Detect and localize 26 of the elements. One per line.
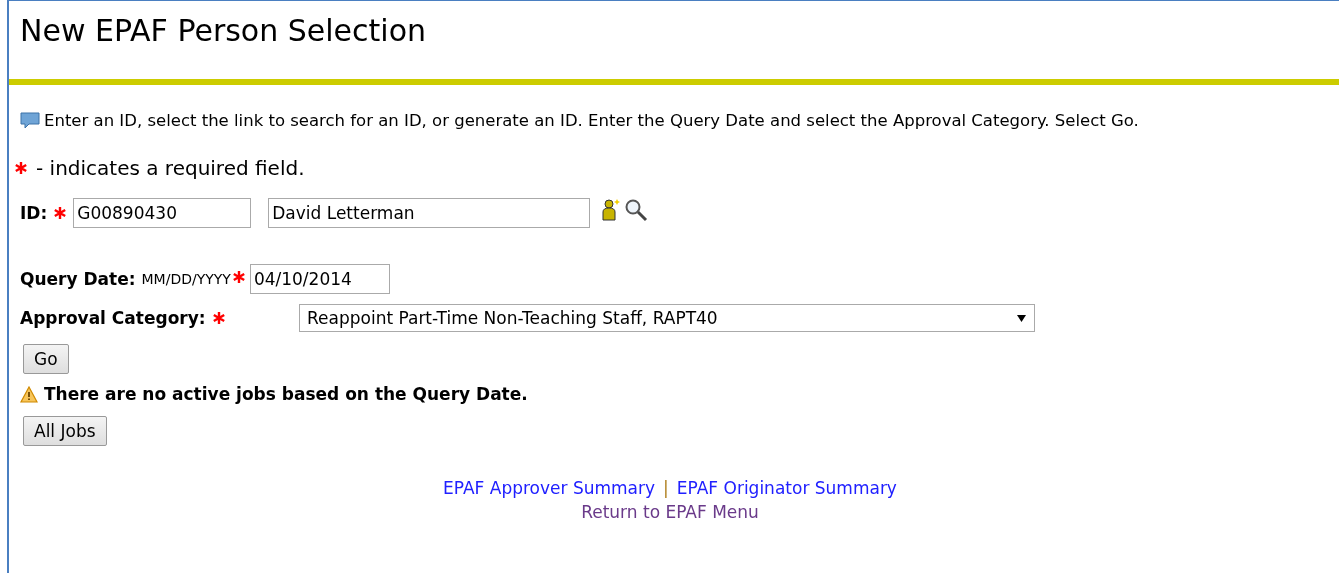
query-date-label: Query Date: xyxy=(20,269,136,289)
speech-bubble-icon xyxy=(20,111,40,130)
return-to-menu-link[interactable]: Return to EPAF Menu xyxy=(581,502,759,522)
required-note: - indicates a required field. xyxy=(36,156,305,180)
search-icon[interactable] xyxy=(624,198,649,222)
approver-summary-link[interactable]: EPAF Approver Summary xyxy=(443,478,656,498)
name-field[interactable]: David Letterman xyxy=(268,198,591,228)
all-jobs-button[interactable]: All Jobs xyxy=(23,416,107,446)
dropdown-caret-icon xyxy=(1017,314,1026,322)
required-asterisk-icon xyxy=(211,311,226,325)
query-date-field[interactable]: 04/10/2014 xyxy=(249,264,390,294)
required-asterisk-icon xyxy=(53,206,68,220)
date-format-hint: MM/DD/YYYY xyxy=(141,271,231,287)
id-label: ID: xyxy=(20,203,48,223)
required-asterisk-icon xyxy=(231,270,246,284)
page-title: New EPAF Person Selection xyxy=(20,13,427,49)
required-asterisk-icon xyxy=(14,161,28,175)
approval-category-label: Approval Category: xyxy=(20,308,206,328)
approval-category-dropdown[interactable]: Reappoint Part-Time Non-Teaching Staff, RAPT40 xyxy=(299,304,1035,332)
instruction-text: Enter an ID, select the link to search for an ID, or generate an ID. Enter the Query Date and select the Approval Category. Select Go. xyxy=(44,111,1139,130)
go-button[interactable]: Go xyxy=(23,344,69,374)
link-separator: | xyxy=(663,478,669,498)
originator-summary-link[interactable]: EPAF Originator Summary xyxy=(676,478,897,498)
warning-icon xyxy=(20,385,38,403)
warning-message: There are no active jobs based on the Query Date. xyxy=(44,384,528,404)
id-field[interactable]: G00890430 xyxy=(73,198,252,228)
